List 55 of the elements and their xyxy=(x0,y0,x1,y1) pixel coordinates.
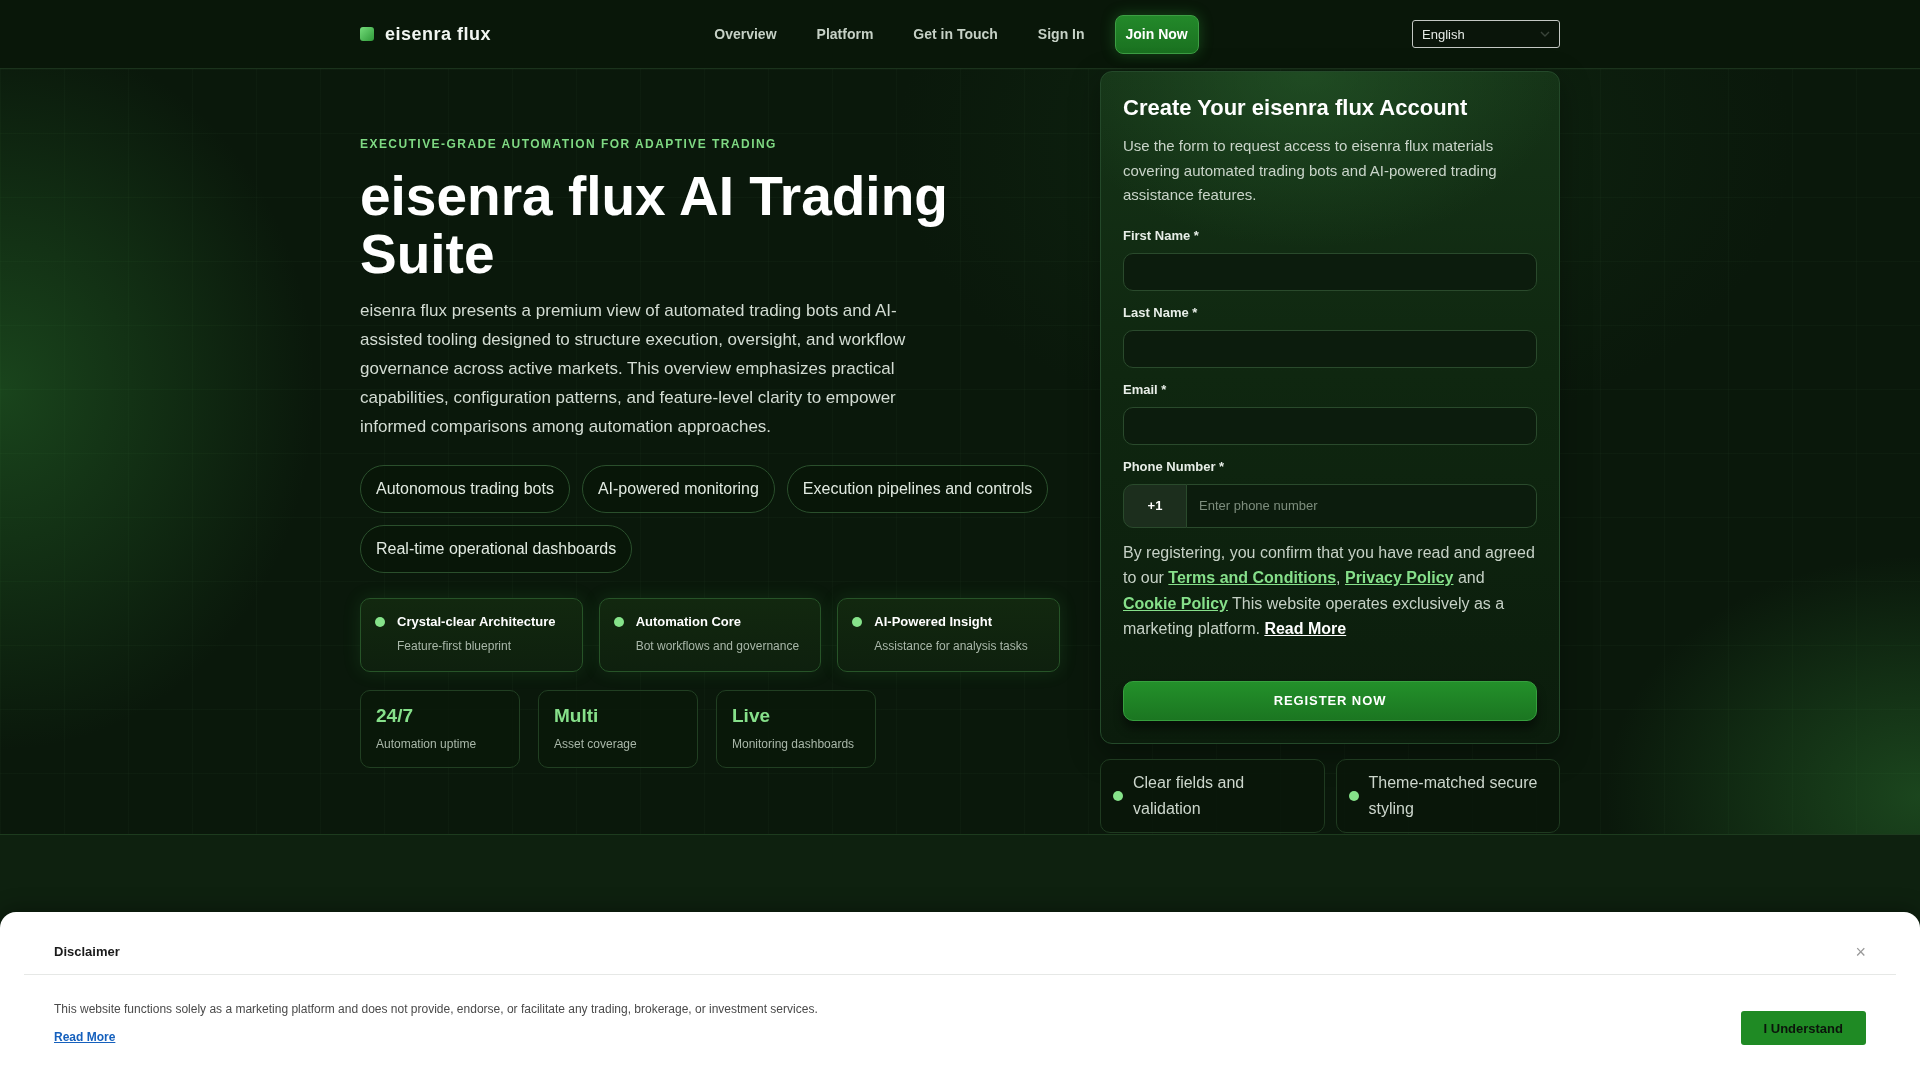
input-field[interactable] xyxy=(1123,329,1537,368)
join-button[interactable]: Join Now xyxy=(1114,14,1199,54)
highlight-title: Automation Core xyxy=(635,613,743,630)
highlight-subtitle: Assistance for analysis tasks xyxy=(874,637,1028,654)
highlight-title: Crystal-clear Architecture xyxy=(397,613,556,630)
disclaimer-text: This website functions solely as a marketing platform and does not provide, endorse, or facilitate any trading, brokerage, or investment services. xyxy=(54,1001,818,1018)
chevron-down-icon xyxy=(1540,31,1550,37)
highlight-title: AI-Powered Insight xyxy=(874,613,994,630)
hero-title: eisenra flux AI Trading Suite xyxy=(360,167,949,283)
consent-text: By registering, you confirm that you have read and agreed to our Terms and Conditions, Privacy Policy and Cookie Policy This website operates exclusively as a marketing platform. Read More xyxy=(1123,542,1536,640)
status-dot-icon xyxy=(375,616,385,627)
stat-label: Monitoring dashboards xyxy=(732,735,856,752)
country-code: +1 xyxy=(1123,483,1187,528)
form-description: Use the form to request access to eisenra flux materials covering automated trading bots and AI-powered trading assistance features. xyxy=(1123,136,1498,205)
highlight-subtitle: Feature-first blueprint xyxy=(397,637,513,654)
register-button[interactable]: REGISTER NOW xyxy=(1123,680,1537,721)
highlight-subtitle: Bot workflows and governance xyxy=(635,637,800,654)
policy-link[interactable]: Cookie Policy xyxy=(1123,594,1228,612)
hero-description: eisenra flux presents a premium view of automated trading bots and AI-assisted tooling designed to structure execution, oversight, and workflow governance across active markets. This overview emphasizes practical capabilities, configuration patterns, and feature-level clarity to empower informed comparisons among automation approaches. xyxy=(360,300,907,438)
stat-value: Live xyxy=(732,704,772,727)
nav-link[interactable]: Platform xyxy=(806,18,884,50)
disclaimer-title: Disclaimer xyxy=(54,944,120,960)
feature-tag: Autonomous trading bots xyxy=(360,464,570,513)
status-dot-icon xyxy=(1348,790,1359,801)
understand-button[interactable]: I Understand xyxy=(1740,1011,1866,1045)
status-dot-icon xyxy=(852,616,863,627)
stat-value: Multi xyxy=(554,704,600,727)
field-label: Email * xyxy=(1123,381,1167,398)
read-more-link[interactable]: Read More xyxy=(1264,620,1347,638)
field-label: Phone Number * xyxy=(1123,458,1225,475)
policy-link[interactable]: Privacy Policy xyxy=(1344,569,1454,587)
feature-tag: AI-powered monitoring xyxy=(581,464,775,513)
status-dot-icon xyxy=(1113,790,1123,801)
status-dot-icon xyxy=(613,616,624,627)
field-label: First Name * xyxy=(1123,227,1199,244)
stat-label: Asset coverage xyxy=(554,735,638,752)
nav-link[interactable]: Overview xyxy=(704,18,787,50)
feature-tag: Real-time operational dashboards xyxy=(360,524,633,573)
eyebrow-text: EXECUTIVE-GRADE AUTOMATION FOR ADAPTIVE TRADING xyxy=(360,136,777,152)
language-select[interactable]: English xyxy=(1412,20,1560,48)
feature-tag: Execution pipelines and controls xyxy=(786,464,1049,513)
input-field[interactable] xyxy=(1123,252,1537,291)
form-title: Create Your eisenra flux Account xyxy=(1123,94,1469,122)
read-more-link[interactable]: Read More xyxy=(54,1029,116,1045)
nav-link[interactable]: Sign In xyxy=(1027,18,1095,50)
note-text: Theme-matched secure styling xyxy=(1368,772,1539,819)
note-text: Clear fields and validation xyxy=(1133,772,1246,819)
input-field[interactable] xyxy=(1123,406,1537,445)
stat-value: 24/7 xyxy=(376,704,414,727)
stat-label: Automation uptime xyxy=(376,735,478,752)
brand-name: eisenra flux xyxy=(385,23,492,45)
nav-link[interactable]: Get in Touch xyxy=(903,18,1008,50)
logo-icon xyxy=(360,27,374,41)
phone-input[interactable]: Enter phone number xyxy=(1187,483,1537,528)
field-label: Last Name * xyxy=(1123,304,1198,321)
